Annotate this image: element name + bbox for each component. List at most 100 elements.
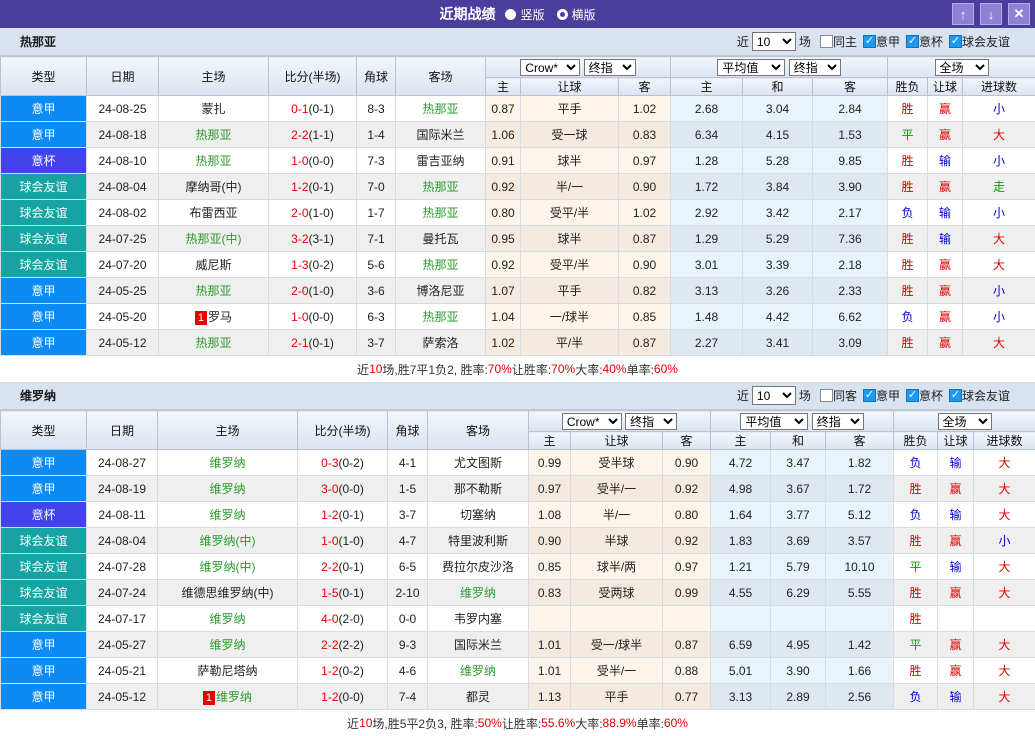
corner-score: 2-10 <box>388 580 428 606</box>
result-handicap: 输 <box>938 684 974 710</box>
average-time-select[interactable]: 终指 <box>812 413 864 430</box>
checkbox-label: 意杯 <box>919 33 943 50</box>
fulltime-score: 2-0 <box>291 284 308 298</box>
checkbox-unchecked-icon[interactable] <box>820 389 833 402</box>
away-team-name: 尤文图斯 <box>454 456 502 470</box>
home-team-name: 维德思维罗纳(中) <box>182 586 274 600</box>
result-wdl: 胜 <box>894 580 938 606</box>
summary-segment: 让胜率: <box>502 715 541 732</box>
match-row: 球会友谊 24-07-20 威尼斯 1-3(0-2) 5-6 热那亚 0.92 … <box>1 252 1035 278</box>
match-row: 意甲 24-05-25 热那亚 2-0(1-0) 3-6 博洛尼亚 1.07 平… <box>1 278 1035 304</box>
filter-checkbox-意甲[interactable]: ✓意甲 <box>863 33 900 50</box>
home-team: 维罗纳 <box>158 502 298 528</box>
col-header-corner: 角球 <box>357 57 396 96</box>
fulltime-group: 全场 <box>888 57 1035 78</box>
away-team-name: 热那亚 <box>422 102 458 116</box>
avg-home-odds: 2.68 <box>671 96 743 122</box>
league-badge: 意甲 <box>1 330 87 356</box>
match-date: 24-08-04 <box>87 174 159 200</box>
layout-radio-横版[interactable]: 横版 <box>557 6 596 23</box>
home-odds: 1.07 <box>486 278 521 304</box>
radio-icon[interactable] <box>505 9 516 20</box>
halftime-score: (0-2) <box>339 664 364 678</box>
layout-radio-竖版[interactable]: 竖版 <box>505 6 544 23</box>
avg-home-odds: 1.72 <box>671 174 743 200</box>
radio-icon[interactable] <box>557 9 568 20</box>
avg-draw-odds: 6.29 <box>771 580 826 606</box>
corner-score: 1-4 <box>357 122 396 148</box>
filter-checkbox-球会友谊[interactable]: ✓球会友谊 <box>949 33 1010 50</box>
checkbox-checked-icon[interactable]: ✓ <box>906 35 919 48</box>
avg-home-odds: 4.55 <box>711 580 771 606</box>
handicap-line: 平手 <box>571 684 663 710</box>
handicap-line: 半/一 <box>571 502 663 528</box>
match-score: 4-0(2-0) <box>298 606 388 632</box>
fulltime-select[interactable]: 全场 <box>938 413 992 430</box>
near-count-select[interactable]: 10 <box>752 386 796 405</box>
col-header-home: 主场 <box>159 57 269 96</box>
bookmaker-select[interactable]: Crow* <box>562 413 622 430</box>
home-team: 热那亚 <box>159 148 269 174</box>
fulltime-score: 4-0 <box>321 612 338 626</box>
away-team-name: 费拉尔皮沙洛 <box>442 560 514 574</box>
bookmaker-select[interactable]: Crow* <box>520 59 580 76</box>
col-header-result: 胜负 <box>888 78 928 96</box>
result-wdl: 胜 <box>888 96 928 122</box>
results-table-genoa: 类型 日期 主场 比分(半场) 角球 客场 Crow* 终指 平均值 终指 全场… <box>0 56 1035 356</box>
fulltime-select[interactable]: 全场 <box>935 59 989 76</box>
avg-home-odds: 1.29 <box>671 226 743 252</box>
league-badge: 意甲 <box>1 96 87 122</box>
checkbox-label: 同客 <box>833 387 857 404</box>
avg-draw-odds: 3.90 <box>771 658 826 684</box>
result-wdl: 胜 <box>894 476 938 502</box>
away-odds: 0.87 <box>619 226 671 252</box>
filter-checkbox-同主[interactable]: 同主 <box>820 33 857 50</box>
result-over-under: 小 <box>963 96 1035 122</box>
filter-checkbox-球会友谊[interactable]: ✓球会友谊 <box>949 387 1010 404</box>
odds-time-select[interactable]: 终指 <box>625 413 677 430</box>
away-team: 萨索洛 <box>396 330 486 356</box>
checkbox-checked-icon[interactable]: ✓ <box>949 35 962 48</box>
away-team-name: 热那亚 <box>422 258 458 272</box>
near-count-select[interactable]: 10 <box>752 32 796 51</box>
avg-draw-odds: 5.29 <box>743 226 813 252</box>
filter-checkbox-意杯[interactable]: ✓意杯 <box>906 387 943 404</box>
summary-segment: 10 <box>369 362 382 376</box>
filter-checkbox-同客[interactable]: 同客 <box>820 387 857 404</box>
away-team-name: 切塞纳 <box>460 508 496 522</box>
away-team-name: 雷吉亚纳 <box>416 154 464 168</box>
checkbox-checked-icon[interactable]: ✓ <box>863 389 876 402</box>
corner-score: 4-7 <box>388 528 428 554</box>
filter-checkbox-意甲[interactable]: ✓意甲 <box>863 387 900 404</box>
home-team-name: 布雷西亚 <box>189 206 237 220</box>
average-select[interactable]: 平均值 <box>717 59 785 76</box>
average-time-select[interactable]: 终指 <box>789 59 841 76</box>
average-select[interactable]: 平均值 <box>740 413 808 430</box>
away-team-name: 国际米兰 <box>416 128 464 142</box>
result-over-under: 大 <box>963 330 1035 356</box>
filter-checkbox-group: 同主✓意甲✓意杯✓球会友谊 <box>814 33 1010 50</box>
fulltime-score: 1-3 <box>291 258 308 272</box>
scroll-up-button[interactable]: ↑ <box>952 3 974 25</box>
avg-away-odds: 3.90 <box>813 174 888 200</box>
halftime-score: (0-1) <box>309 180 334 194</box>
checkbox-checked-icon[interactable]: ✓ <box>863 35 876 48</box>
checkbox-unchecked-icon[interactable] <box>820 35 833 48</box>
result-wdl: 胜 <box>888 226 928 252</box>
scroll-down-button[interactable]: ↓ <box>980 3 1002 25</box>
close-button[interactable]: ✕ <box>1008 3 1030 25</box>
checkbox-checked-icon[interactable]: ✓ <box>949 389 962 402</box>
fulltime-score: 1-5 <box>321 586 338 600</box>
match-score: 0-1(0-1) <box>269 96 357 122</box>
col-header-date: 日期 <box>87 411 158 450</box>
col-header-goals-result: 进球数 <box>963 78 1035 96</box>
checkbox-checked-icon[interactable]: ✓ <box>906 389 919 402</box>
odds-time-select[interactable]: 终指 <box>584 59 636 76</box>
filter-checkbox-意杯[interactable]: ✓意杯 <box>906 33 943 50</box>
home-odds: 0.87 <box>486 96 521 122</box>
away-team: 那不勒斯 <box>428 476 529 502</box>
handicap-line: 半球 <box>571 528 663 554</box>
away-team: 热那亚 <box>396 200 486 226</box>
col-header-avg-draw: 和 <box>743 78 813 96</box>
fulltime-score: 0-3 <box>321 456 338 470</box>
